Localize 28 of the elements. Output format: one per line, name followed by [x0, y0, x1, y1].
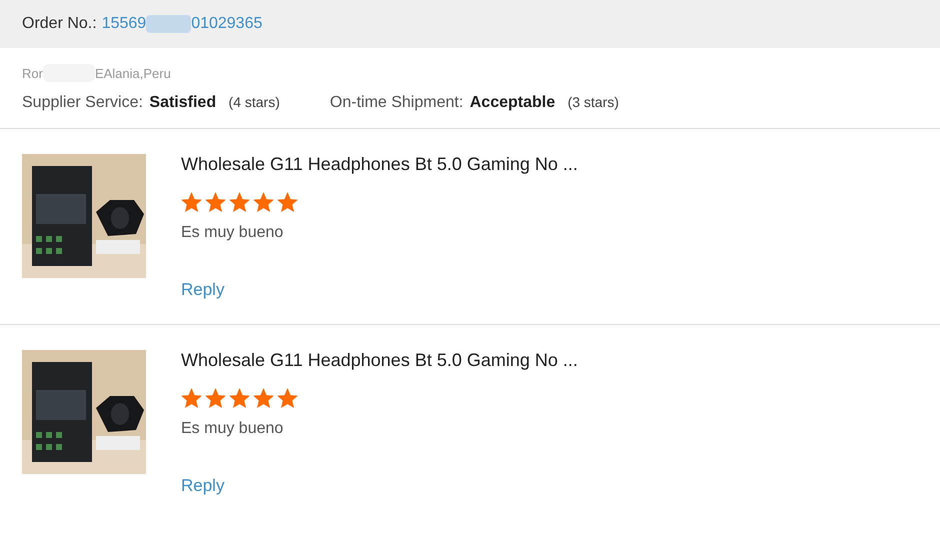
order-number-link[interactable]: 15569: [102, 15, 146, 33]
star-icon: [253, 388, 274, 408]
rating-note: (4 stars): [228, 94, 280, 110]
rating-value: Acceptable: [470, 94, 556, 111]
reply-link[interactable]: Reply: [181, 476, 224, 496]
star-icon: [229, 388, 250, 408]
rating-value: Satisfied: [149, 94, 216, 111]
buyer-location: EAlania,Peru: [94, 66, 171, 80]
review-comment: Es muy bueno: [181, 224, 284, 242]
buyer-name: Ror: [22, 66, 43, 80]
rating-note: (3 stars): [568, 94, 619, 110]
reply-link[interactable]: Reply: [181, 280, 224, 300]
order-number-link[interactable]: 01029365: [191, 15, 262, 33]
star-icon: [277, 388, 298, 408]
redaction-blur: [146, 15, 192, 33]
star-icon: [205, 192, 226, 212]
order-label: Order No.:: [22, 15, 97, 33]
star-icon: [181, 192, 202, 212]
star-icon: [181, 388, 202, 408]
star-icon: [229, 192, 250, 212]
review-comment: Es muy bueno: [181, 420, 284, 438]
rating-label: Supplier Service:: [22, 94, 143, 111]
rating-label: On-time Shipment:: [330, 94, 464, 111]
product-title[interactable]: Wholesale G11 Headphones Bt 5.0 Gaming No ...: [181, 350, 578, 371]
product-title[interactable]: Wholesale G11 Headphones Bt 5.0 Gaming No ...: [181, 154, 578, 175]
star-icon: [205, 388, 226, 408]
star-icon: [277, 192, 298, 212]
star-icon: [253, 192, 274, 212]
